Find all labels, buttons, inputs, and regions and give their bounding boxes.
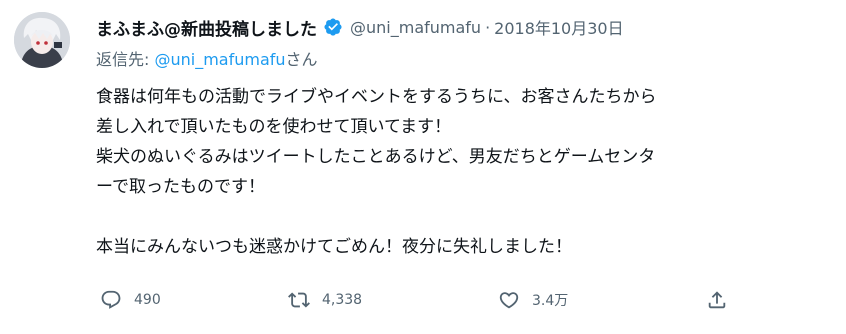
reply-suffix: さん: [285, 50, 318, 69]
tweet-content: まふまふ@新曲投稿しました @uni_mafumafu · 2018年10月30…: [96, 14, 836, 262]
action-bar: 490 4,338 3.4万: [96, 282, 746, 318]
like-count: 3.4万: [532, 293, 569, 309]
like-button[interactable]: 3.4万: [498, 282, 568, 318]
display-name[interactable]: まふまふ@新曲投稿しました: [96, 15, 317, 40]
reply-icon: [100, 289, 122, 311]
share-icon: [706, 289, 728, 311]
heart-icon: [498, 289, 520, 311]
tweet-card[interactable]: まふまふ@新曲投稿しました @uni_mafumafu · 2018年10月30…: [0, 0, 846, 334]
avatar-image: [14, 12, 70, 68]
reply-count: 490: [134, 292, 161, 308]
tweet-text: 食器は何年もの活動でライブやイベントをするうちに、お客さんたちから 差し入れで頂…: [96, 87, 657, 257]
separator-dot: ·: [485, 17, 491, 37]
verified-badge-icon: [323, 17, 343, 37]
user-handle[interactable]: @uni_mafumafu: [350, 18, 481, 37]
reply-mention-link[interactable]: @uni_mafumafu: [154, 50, 285, 69]
retweet-count: 4,338: [322, 292, 363, 308]
retweet-button[interactable]: 4,338: [288, 282, 362, 318]
reply-button[interactable]: 490: [100, 282, 161, 318]
reply-prefix: 返信先:: [96, 50, 155, 69]
share-button[interactable]: [706, 282, 728, 318]
retweet-icon: [288, 289, 310, 311]
avatar[interactable]: [14, 12, 70, 68]
reply-context: 返信先: @uni_mafumafuさん: [96, 48, 836, 72]
tweet-header: まふまふ@新曲投稿しました @uni_mafumafu · 2018年10月30…: [96, 14, 836, 40]
tweet-timestamp[interactable]: 2018年10月30日: [494, 15, 623, 39]
